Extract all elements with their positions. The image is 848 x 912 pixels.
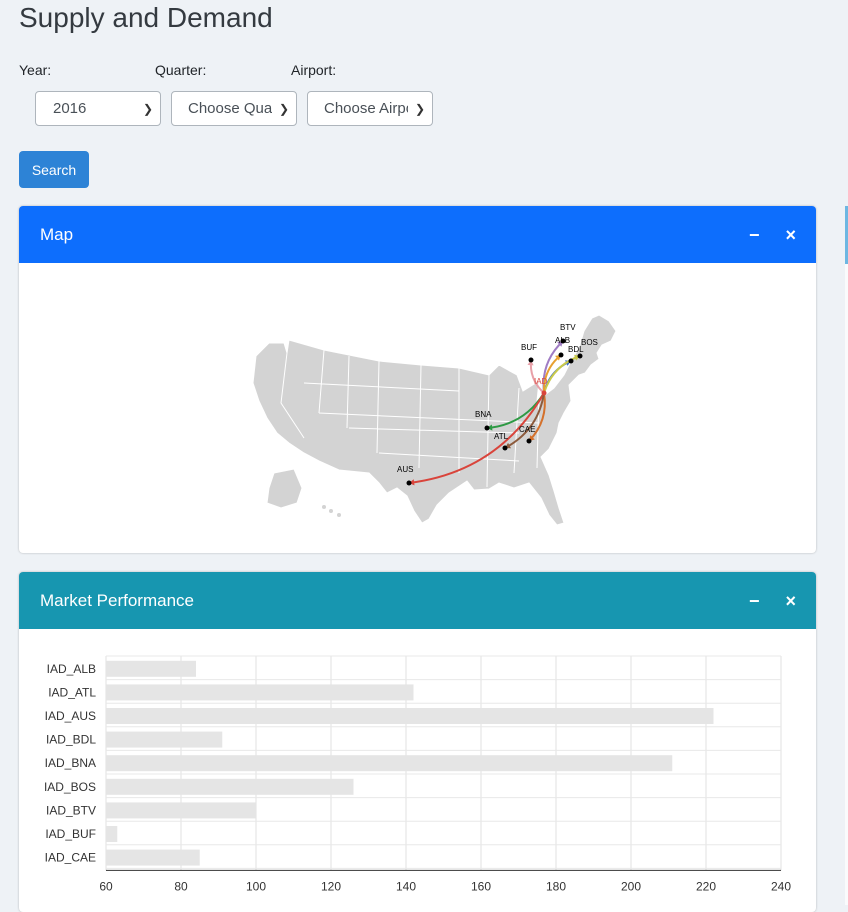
us-route-map[interactable]: BTVBUFALBBDLBOSBNAATLCAEAUSIAD (19, 263, 816, 553)
market-performance-title: Market Performance (40, 590, 194, 610)
quarter-select-value: Choose Quarter (188, 100, 272, 117)
airport-point[interactable] (406, 480, 412, 486)
bar[interactable] (106, 684, 414, 701)
airport-label: BUF (521, 343, 537, 352)
year-label: Year: (19, 62, 52, 78)
airport-label: Airport: (291, 62, 337, 78)
airport-label: ALB (555, 336, 570, 345)
airport-point[interactable] (528, 357, 534, 363)
x-tick-label: 120 (321, 879, 341, 893)
x-tick-label: 160 (471, 879, 491, 893)
y-tick-label: IAD_ATL (48, 685, 96, 699)
map-card-title: Map (40, 224, 74, 244)
y-tick-label: IAD_BNA (45, 756, 96, 770)
airport-select-value: Choose Airport (324, 100, 408, 117)
chevron-down-icon: ❯ (278, 101, 290, 116)
bar[interactable] (106, 802, 256, 819)
chevron-down-icon: ❯ (142, 101, 154, 116)
map-card-header: Map − × (19, 206, 816, 263)
market-performance-card: Market Performance − × 60 80 100 120 140 160 1… (19, 572, 816, 912)
year-select[interactable]: 2016 ❯ (35, 91, 161, 126)
airport-point[interactable] (558, 352, 564, 358)
close-icon[interactable]: × (785, 226, 796, 244)
x-tick-label: 220 (696, 879, 716, 893)
airport-label: BNA (475, 410, 492, 419)
y-tick-label: IAD_ALB (47, 662, 96, 676)
map-card: Map − × BTV BUF ALB BDL BOS BNA ATL CAE AUS IAD (19, 206, 816, 553)
x-tick-label: 240 (771, 879, 791, 893)
page-title: Supply and Demand (19, 2, 273, 33)
x-tick-label: 180 (546, 879, 566, 893)
airport-select[interactable]: Choose Airport ❯ (307, 91, 433, 126)
quarter-select[interactable]: Choose Quarter ❯ (171, 91, 297, 126)
year-select-value: 2016 (53, 100, 87, 117)
bar[interactable] (106, 778, 354, 795)
y-tick-label: IAD_BDL (46, 733, 96, 747)
airport-label: ATL (494, 432, 509, 441)
bar[interactable] (106, 731, 223, 748)
bar[interactable] (106, 849, 200, 866)
airport-point[interactable] (577, 353, 583, 359)
airport-point[interactable] (526, 438, 532, 444)
y-tick-label: IAD_BOS (44, 780, 96, 794)
bar[interactable] (106, 826, 118, 842)
x-tick-label: 60 (99, 879, 113, 893)
airport-point[interactable] (502, 445, 508, 451)
bar[interactable] (106, 755, 673, 772)
close-icon[interactable]: × (785, 592, 796, 610)
hub-airport-label: IAD (534, 377, 548, 386)
search-button[interactable]: Search (19, 151, 89, 188)
us-map-shape (252, 314, 617, 526)
hub-airport-point[interactable] (541, 390, 547, 396)
y-tick-label: IAD_BTV (46, 803, 96, 817)
x-tick-label: 200 (621, 879, 641, 893)
x-tick-label: 100 (246, 879, 266, 893)
y-tick-label: IAD_AUS (45, 709, 96, 723)
airport-point[interactable] (484, 425, 490, 431)
airport-label: CAE (519, 425, 535, 434)
airport-label: BTV (560, 323, 576, 332)
market-performance-chart: 60 80 100 120 140 160 180 200 220 240 IAD_ALB IAD_A… (44, 655, 791, 893)
airport-point[interactable] (568, 358, 574, 364)
quarter-label: Quarter: (155, 62, 207, 78)
chevron-down-icon: ❯ (414, 101, 426, 116)
bar[interactable] (106, 708, 714, 724)
minimize-icon[interactable]: − (749, 226, 760, 244)
x-tick-label: 140 (396, 879, 416, 893)
airport-label: AUS (397, 465, 413, 474)
x-tick-label: 80 (174, 879, 188, 893)
bar[interactable] (106, 660, 196, 677)
minimize-icon[interactable]: − (749, 592, 760, 610)
market-performance-header: Market Performance − × (19, 572, 816, 629)
y-tick-label: IAD_CAE (45, 851, 96, 865)
airport-label: BOS (581, 338, 598, 347)
y-tick-label: IAD_BUF (45, 827, 96, 841)
